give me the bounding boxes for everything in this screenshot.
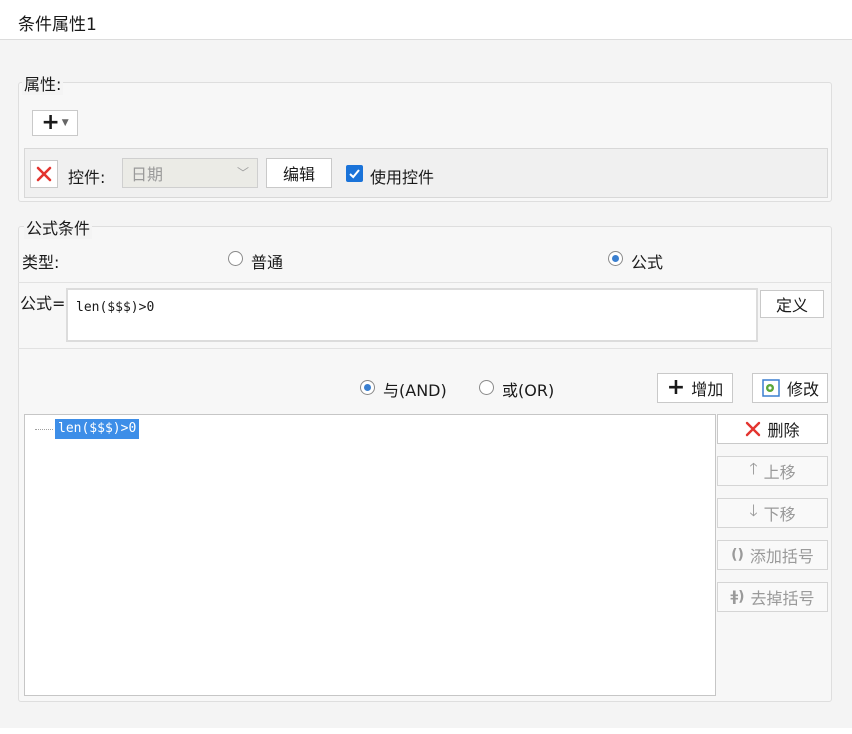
remove-control-button[interactable] — [30, 160, 58, 188]
logic-radio-or[interactable] — [479, 380, 494, 395]
control-select-value: 日期 — [131, 165, 164, 184]
edit-gear-icon — [762, 379, 780, 397]
add-condition-label: 增加 — [691, 380, 724, 399]
control-label: 控件: — [68, 168, 106, 187]
plus-icon: + — [41, 110, 60, 135]
type-radio-formula[interactable] — [608, 251, 623, 266]
logic-radio-or-label: 或(OR) — [502, 381, 555, 400]
define-button[interactable]: 定义 — [760, 290, 824, 318]
title-bar — [0, 0, 852, 40]
window-title: 条件属性1 — [18, 15, 97, 35]
formula-input-value: len($$$)>0 — [76, 300, 155, 315]
move-up-button[interactable]: 🡑 上移 — [717, 456, 828, 486]
bottom-strip — [0, 728, 852, 734]
type-label: 类型: — [22, 253, 60, 272]
formula-input[interactable]: len($$$)>0 — [66, 288, 758, 342]
logic-radio-and-label: 与(AND) — [383, 381, 447, 400]
delete-label: 删除 — [767, 421, 800, 440]
move-up-label: 上移 — [763, 463, 796, 482]
move-down-button[interactable]: 🡓 下移 — [717, 498, 828, 528]
modify-condition-label: 修改 — [786, 380, 819, 399]
type-radio-normal-label: 普通 — [251, 253, 284, 272]
list-item[interactable]: len($$$)>0 — [55, 419, 140, 439]
logic-radio-and[interactable] — [360, 380, 375, 395]
chevron-down-icon: ▼ — [61, 118, 69, 128]
use-control-label: 使用控件 — [370, 168, 435, 187]
remove-bracket-label: 去掉括号 — [750, 589, 815, 608]
properties-legend: 属性: — [22, 71, 64, 95]
remove-brackets-icon: ǂ) — [730, 589, 745, 605]
add-bracket-button[interactable]: () 添加括号 — [717, 540, 828, 570]
list-connector-line — [35, 429, 53, 430]
checkmark-icon — [349, 169, 360, 179]
edit-button[interactable]: 编辑 — [266, 158, 332, 188]
type-radio-formula-label: 公式 — [631, 253, 664, 272]
close-icon — [36, 166, 52, 182]
arrow-up-icon: 🡑 — [749, 458, 758, 478]
remove-bracket-button[interactable]: ǂ) 去掉括号 — [717, 582, 828, 612]
chevron-down-icon: ﹀ — [236, 166, 249, 180]
add-property-button[interactable]: + ▼ — [32, 110, 78, 136]
add-condition-button[interactable]: + 增加 — [657, 373, 733, 403]
arrow-down-icon: 🡓 — [749, 500, 758, 520]
add-bracket-label: 添加括号 — [749, 547, 814, 566]
close-icon — [746, 421, 761, 437]
plus-icon: + — [666, 375, 686, 400]
modify-condition-button[interactable]: 修改 — [752, 373, 828, 403]
formula-label: 公式= — [20, 294, 66, 313]
move-down-label: 下移 — [763, 505, 796, 524]
condition-list[interactable]: len($$$)>0 — [24, 414, 716, 696]
formula-condition-legend: 公式条件 — [24, 215, 93, 239]
divider — [18, 348, 832, 349]
brackets-icon: () — [731, 547, 744, 563]
type-radio-normal[interactable] — [228, 251, 243, 266]
delete-button[interactable]: 删除 — [717, 414, 828, 444]
divider — [18, 282, 832, 283]
control-select[interactable]: 日期 ﹀ — [122, 158, 258, 188]
use-control-checkbox[interactable] — [346, 165, 363, 182]
